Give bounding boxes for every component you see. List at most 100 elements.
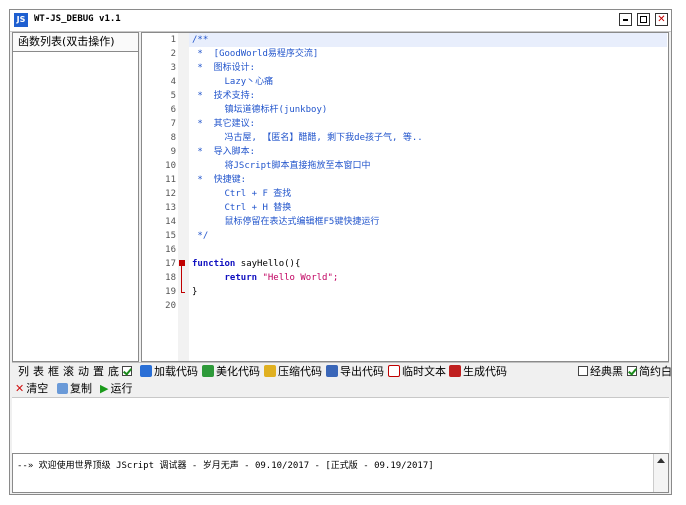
compress-icon [264, 365, 276, 377]
function-list-panel[interactable]: 函数列表(双击操作) [12, 32, 139, 362]
function-keyword: function [192, 259, 236, 269]
line-number: 12 [165, 189, 176, 199]
fold-collapse-icon[interactable] [179, 260, 185, 266]
output-area[interactable] [12, 397, 669, 453]
temp-text-label: 临时文本 [402, 365, 446, 378]
code-text: Ctrl + F 查找 [192, 189, 292, 199]
run-label: 运行 [110, 382, 133, 395]
generate-icon [449, 365, 461, 377]
console-scrollbar[interactable] [653, 454, 668, 492]
fold-guide-line [181, 266, 182, 292]
beautify-icon [202, 365, 214, 377]
line-number: 1 [170, 35, 176, 45]
compress-code-label: 压缩代码 [278, 365, 322, 378]
generate-code-button[interactable]: 生成代码 [449, 365, 507, 379]
checkbox-checked-icon [627, 366, 637, 376]
return-keyword: return [224, 273, 258, 283]
load-icon [140, 365, 152, 377]
maximize-button[interactable] [637, 13, 650, 26]
console-panel[interactable]: --» 欢迎使用世界顶级 JScript 调试器 - 岁月无声 - 09.10/… [12, 453, 669, 493]
simple-white-toggle[interactable]: 简约白 [627, 365, 672, 379]
code-text: * 图标设计: [192, 63, 256, 73]
line-number: 11 [165, 175, 176, 185]
side-button-list[interactable]: 列 [18, 365, 29, 379]
code-text: 鼠标停留在表达式编辑框F5键快捷运行 [192, 217, 380, 227]
code-text: * 导入脚本: [192, 147, 256, 157]
checkbox-checked-icon [122, 366, 132, 376]
title-bar: JS WT-JS_DEBUG v1.1 ✕ [10, 10, 671, 32]
minimize-button[interactable] [619, 13, 632, 26]
classic-black-label: 经典黑 [590, 365, 623, 378]
code-text: */ [192, 231, 209, 241]
checkbox-unchecked-icon [578, 366, 588, 376]
line-number: 5 [170, 91, 176, 101]
line-number: 3 [170, 63, 176, 73]
code-text: * [GoodWorld易程序交流] [192, 49, 319, 59]
code-text: 镇坛道德标杆(junkboy) [192, 105, 328, 115]
line-number: 18 [165, 273, 176, 283]
run-button[interactable]: ▶ 运行 [100, 382, 132, 396]
clear-label: 清空 [26, 382, 49, 395]
line-number: 9 [170, 147, 176, 157]
code-text: Ctrl + H 替换 [192, 203, 292, 213]
line-number: 2 [170, 49, 176, 59]
fold-end-mark [181, 292, 185, 293]
code-text: * 快捷键: [192, 175, 247, 185]
fold-margin [178, 33, 189, 361]
scroll-up-icon[interactable] [657, 458, 665, 463]
close-icon: ✕ [657, 14, 666, 25]
function-list-header: 函数列表(双击操作) [13, 33, 138, 52]
minimize-icon [623, 19, 628, 21]
play-icon: ▶ [100, 382, 109, 395]
app-window: JS WT-JS_DEBUG v1.1 ✕ 函数列表(双击操作) 1 /** 2 *… [9, 9, 672, 495]
copy-icon [57, 383, 68, 394]
save-disk-icon [326, 365, 338, 377]
side-button-scroll[interactable]: 滚 [63, 365, 74, 379]
clear-x-icon: ✕ [15, 382, 25, 395]
main-toolbar: 列 表 框 滚 动 置 底 加载代码 美化代码 压缩代码 导出代码 临时文本 生… [12, 362, 672, 381]
export-code-button[interactable]: 导出代码 [326, 365, 384, 379]
line-number: 13 [165, 203, 176, 213]
line-number: 20 [165, 301, 176, 311]
code-text: * 其它建议: [192, 119, 256, 129]
code-text: } [192, 287, 198, 297]
code-editor[interactable]: 1 /** 2 * [GoodWorld易程序交流] 3 * 图标设计: 4 Lazy丶… [141, 32, 669, 362]
simple-white-label: 简约白 [639, 365, 672, 378]
export-code-label: 导出代码 [340, 365, 384, 378]
code-text: /** [192, 35, 209, 45]
line-number: 10 [165, 161, 176, 171]
side-button-frame[interactable]: 框 [48, 365, 59, 379]
line-number: 19 [165, 287, 176, 297]
console-message: --» 欢迎使用世界顶级 JScript 调试器 - 岁月无声 - 09.10/… [17, 461, 434, 471]
temp-text-button[interactable]: 临时文本 [388, 365, 446, 379]
side-button-set[interactable]: 置 [93, 365, 104, 379]
app-logo-icon: JS [14, 13, 28, 27]
copy-button[interactable]: 复制 [57, 382, 92, 396]
load-code-label: 加载代码 [154, 365, 198, 378]
line-number: 16 [165, 245, 176, 255]
window-title: WT-JS_DEBUG v1.1 [34, 14, 121, 24]
classic-black-toggle[interactable]: 经典黑 [578, 365, 623, 379]
function-name: sayHello(){ [235, 259, 301, 269]
side-button-auto[interactable]: 动 [78, 365, 89, 379]
return-string: "Hello World"; [257, 273, 339, 283]
line-number: 6 [170, 105, 176, 115]
bottom-checkbox[interactable] [122, 365, 134, 379]
document-icon [388, 365, 400, 377]
line-number: 17 [165, 259, 176, 269]
beautify-code-button[interactable]: 美化代码 [202, 365, 260, 379]
side-button-table[interactable]: 表 [33, 365, 44, 379]
code-text: Lazy丶心痛 [192, 77, 274, 87]
close-button[interactable]: ✕ [655, 13, 668, 26]
load-code-button[interactable]: 加载代码 [140, 365, 198, 379]
code-text: * 技术支持: [192, 91, 256, 101]
compress-code-button[interactable]: 压缩代码 [264, 365, 322, 379]
line-number: 15 [165, 231, 176, 241]
line-number: 14 [165, 217, 176, 227]
line-number: 8 [170, 133, 176, 143]
current-line-highlight [189, 33, 667, 47]
copy-label: 复制 [70, 382, 92, 395]
side-button-bottom[interactable]: 底 [108, 365, 119, 379]
beautify-code-label: 美化代码 [216, 365, 260, 378]
clear-button[interactable]: ✕ 清空 [15, 382, 48, 396]
